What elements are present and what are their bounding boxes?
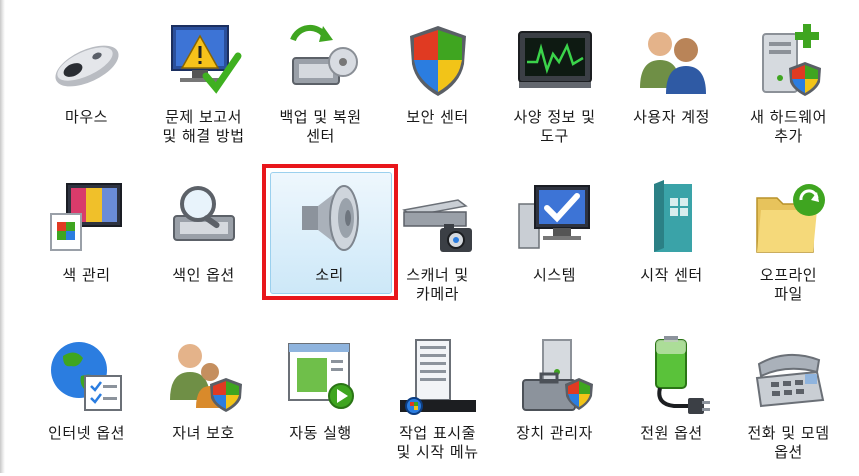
item-system[interactable]: 시스템: [496, 170, 613, 328]
indexing-options-icon: [156, 174, 252, 262]
item-scanner-camera[interactable]: 스캐너 및 카메라: [379, 170, 496, 328]
item-user-accounts[interactable]: 사용자 계정: [613, 12, 730, 170]
welcome-center-icon: [624, 174, 720, 262]
mouse-icon: [39, 16, 135, 104]
parental-controls-icon: [156, 332, 252, 420]
item-autoplay[interactable]: 자동 실행: [262, 328, 379, 476]
color-management-icon: [39, 174, 135, 262]
item-label: 색 관리: [62, 266, 111, 284]
item-label: 색인 옵션: [172, 266, 235, 284]
item-label: 자동 실행: [289, 424, 352, 442]
item-mouse[interactable]: 마우스: [28, 12, 145, 170]
item-power-options[interactable]: 전원 옵션: [613, 328, 730, 476]
item-color-management[interactable]: 색 관리: [28, 170, 145, 328]
item-sound[interactable]: 소리: [262, 164, 398, 328]
item-label: 문제 보고서 및 해결 방법: [162, 108, 245, 145]
item-label: 새 하드웨어 추가: [750, 108, 827, 145]
phone-modem-icon: [741, 332, 837, 420]
item-label: 전원 옵션: [640, 424, 703, 442]
item-label: 시작 센터: [640, 266, 703, 284]
autoplay-icon: [273, 332, 369, 420]
item-welcome-center[interactable]: 시작 센터: [613, 170, 730, 328]
problem-reports-icon: [156, 16, 252, 104]
performance-info-icon: [507, 16, 603, 104]
item-phone-modem[interactable]: 전화 및 모뎀 옵션: [730, 328, 847, 476]
item-label: 인터넷 옵션: [48, 424, 125, 442]
internet-options-icon: [39, 332, 135, 420]
speaker-icon: [282, 174, 378, 262]
control-panel-icon-grid: 마우스 문제 보고서 및 해결 방법 백업 및 복원 센터 보안 센터 사양 정…: [28, 12, 847, 476]
item-label: 자녀 보호: [172, 424, 235, 442]
item-backup-restore[interactable]: 백업 및 복원 센터: [262, 12, 379, 170]
item-label: 사양 정보 및 도구: [513, 108, 596, 145]
item-indexing-options[interactable]: 색인 옵션: [145, 170, 262, 328]
item-label: 백업 및 복원 센터: [279, 108, 362, 145]
item-problem-reports[interactable]: 문제 보고서 및 해결 방법: [145, 12, 262, 170]
scanner-camera-icon: [390, 174, 486, 262]
item-internet-options[interactable]: 인터넷 옵션: [28, 328, 145, 476]
item-label: 사용자 계정: [633, 108, 710, 126]
window-left-edge: [0, 0, 5, 473]
item-label: 장치 관리자: [516, 424, 593, 442]
item-label: 작업 표시줄 및 시작 메뉴: [396, 424, 479, 461]
backup-restore-icon: [273, 16, 369, 104]
item-parental-controls[interactable]: 자녀 보호: [145, 328, 262, 476]
item-label: 보안 센터: [406, 108, 469, 126]
security-center-icon: [390, 16, 486, 104]
item-label: 마우스: [65, 108, 108, 126]
device-manager-icon: [507, 332, 603, 420]
item-performance-info[interactable]: 사양 정보 및 도구: [496, 12, 613, 170]
item-security-center[interactable]: 보안 센터: [379, 12, 496, 170]
user-accounts-icon: [624, 16, 720, 104]
item-label: 소리: [315, 266, 344, 284]
item-device-manager[interactable]: 장치 관리자: [496, 328, 613, 476]
add-hardware-icon: [741, 16, 837, 104]
item-label: 전화 및 모뎀 옵션: [747, 424, 830, 461]
system-icon: [507, 174, 603, 262]
offline-files-icon: [741, 174, 837, 262]
item-label: 시스템: [533, 266, 576, 284]
item-taskbar-start-menu[interactable]: 작업 표시줄 및 시작 메뉴: [379, 328, 496, 476]
power-options-icon: [624, 332, 720, 420]
taskbar-start-menu-icon: [390, 332, 486, 420]
item-label: 스캐너 및 카메라: [406, 266, 469, 303]
item-add-hardware[interactable]: 새 하드웨어 추가: [730, 12, 847, 170]
item-offline-files[interactable]: 오프라인 파일: [730, 170, 847, 328]
item-label: 오프라인 파일: [759, 266, 818, 303]
